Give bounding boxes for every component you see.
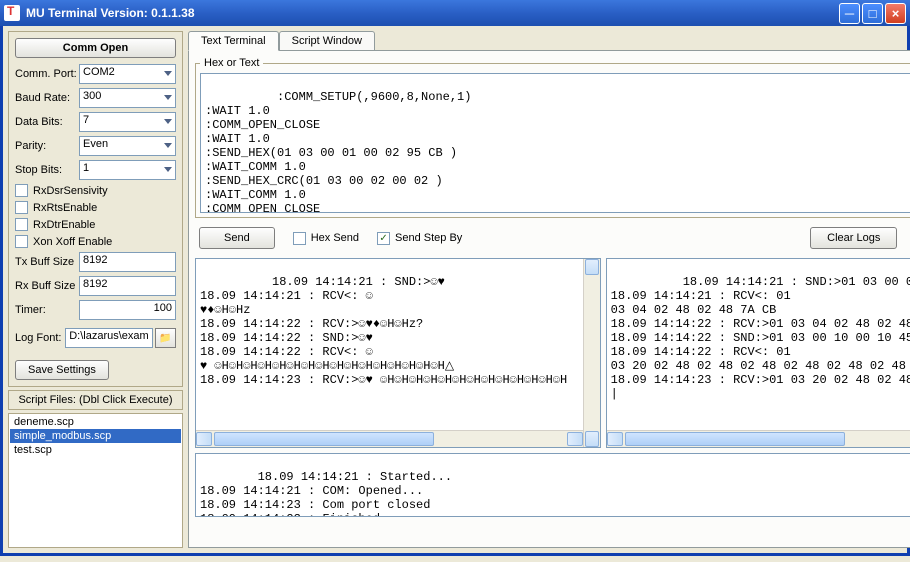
hex-or-text-group: Hex or Text :COMM_SETUP(,9600,8,None,1) … (195, 57, 910, 218)
txbuf-input[interactable]: 8192 (79, 252, 176, 272)
log-left-scrollbar-v[interactable] (583, 259, 600, 447)
browse-font-button[interactable]: 📁 (155, 328, 176, 348)
script-textarea[interactable]: :COMM_SETUP(,9600,8,None,1) :WAIT 1.0 :C… (200, 73, 910, 213)
comm-port-label: Comm. Port: (15, 68, 79, 80)
status-log-textarea[interactable]: 18.09 14:14:21 : Started... 18.09 14:14:… (195, 453, 910, 517)
save-settings-button[interactable]: Save Settings (15, 360, 109, 380)
script-files-header: Script Files: (Dbl Click Execute) (8, 390, 183, 410)
script-item[interactable]: deneme.scp (10, 415, 181, 429)
parity-select[interactable]: Even (79, 136, 176, 156)
txbuf-label: Tx Buff Size (15, 256, 79, 268)
rxbuf-label: Rx Buff Size (15, 280, 79, 292)
stop-bits-select[interactable]: 1 (79, 160, 176, 180)
stop-bits-label: Stop Bits: (15, 164, 79, 176)
log-right-textarea[interactable]: 18.09 14:14:21 : SND:>01 03 00 01 00 02 … (606, 258, 910, 448)
app-icon (4, 5, 20, 21)
script-item[interactable]: simple_modbus.scp (10, 429, 181, 443)
rxdtr-checkbox[interactable]: RxDtrEnable (15, 218, 176, 231)
parity-label: Parity: (15, 140, 79, 152)
send-step-checkbox[interactable]: Send Step By (377, 232, 462, 245)
tab-text-terminal[interactable]: Text Terminal (188, 31, 279, 51)
timer-label: Timer: (15, 304, 79, 316)
log-left-textarea[interactable]: 18.09 14:14:21 : SND:>☺♥ 18.09 14:14:21 … (195, 258, 601, 448)
minimize-button[interactable]: ─ (839, 3, 860, 24)
rxbuf-input[interactable]: 8192 (79, 276, 176, 296)
xonxoff-checkbox[interactable]: Xon Xoff Enable (15, 235, 176, 248)
script-item[interactable]: test.scp (10, 443, 181, 457)
clear-logs-button[interactable]: Clear Logs (810, 227, 897, 249)
hex-send-checkbox[interactable]: Hex Send (293, 232, 359, 245)
titlebar: MU Terminal Version: 0.1.1.38 ─ □ × (0, 0, 910, 26)
window-title: MU Terminal Version: 0.1.1.38 (26, 6, 837, 20)
baud-rate-select[interactable]: 300 (79, 88, 176, 108)
logfont-label: Log Font: (15, 332, 63, 344)
log-right-scrollbar-h[interactable] (607, 430, 910, 447)
log-left-scrollbar-h[interactable] (196, 430, 583, 447)
data-bits-label: Data Bits: (15, 116, 79, 128)
logfont-input[interactable]: D:\lazarus\exam (65, 328, 152, 348)
close-button[interactable]: × (885, 3, 906, 24)
send-button[interactable]: Send (199, 227, 275, 249)
rxrts-checkbox[interactable]: RxRtsEnable (15, 201, 176, 214)
tab-script-window[interactable]: Script Window (279, 31, 375, 50)
maximize-button[interactable]: □ (862, 3, 883, 24)
hex-or-text-legend: Hex or Text (200, 57, 263, 69)
baud-rate-label: Baud Rate: (15, 92, 79, 104)
data-bits-select[interactable]: 7 (79, 112, 176, 132)
script-files-list[interactable]: deneme.scp simple_modbus.scp test.scp (8, 413, 183, 548)
comm-port-select[interactable]: COM2 (79, 64, 176, 84)
rxdsr-checkbox[interactable]: RxDsrSensivity (15, 184, 176, 197)
timer-input[interactable]: 100 (79, 300, 176, 320)
comm-open-button[interactable]: Comm Open (15, 38, 176, 58)
